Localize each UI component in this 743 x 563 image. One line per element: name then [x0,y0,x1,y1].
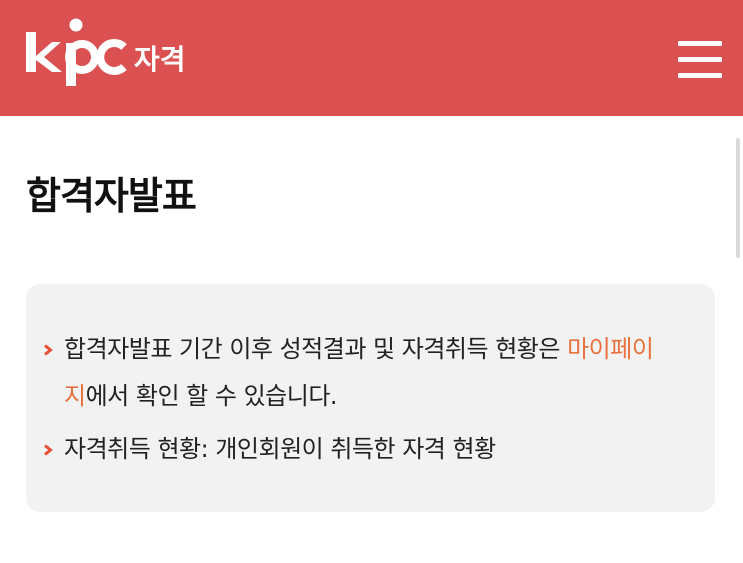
hamburger-menu-icon-bar [678,73,722,78]
hamburger-menu-icon [678,41,722,46]
notice-text: 에서 확인 할 수 있습니다. [85,382,338,410]
app-header: 자격 [0,0,743,116]
page-title: 합격자발표 [26,174,197,218]
kpc-logo[interactable]: 자격 [24,18,214,88]
hamburger-menu-icon-bar [678,57,722,62]
chevron-right-icon [44,444,53,456]
notice-box: 합격자발표 기간 이후 성적결과 및 자격취득 현황은 마이페이지에서 확인 할… [26,284,715,512]
kpc-logo-graphic: 자격 [26,18,186,86]
notice-text: 자격취득 현황: 개인회원이 취득한 자격 현황 [64,435,496,463]
notice-item: 자격취득 현황: 개인회원이 취득한 자격 현황 [44,426,664,473]
logo-subtitle: 자격 [134,43,186,76]
notice-item: 합격자발표 기간 이후 성적결과 및 자격취득 현황은 마이페이지에서 확인 할… [44,326,664,420]
menu-button[interactable] [672,38,726,82]
chevron-right-icon [44,344,53,356]
scrollbar[interactable] [736,138,740,258]
notice-text: 합격자발표 기간 이후 성적결과 및 자격취득 현황은 [64,335,568,363]
